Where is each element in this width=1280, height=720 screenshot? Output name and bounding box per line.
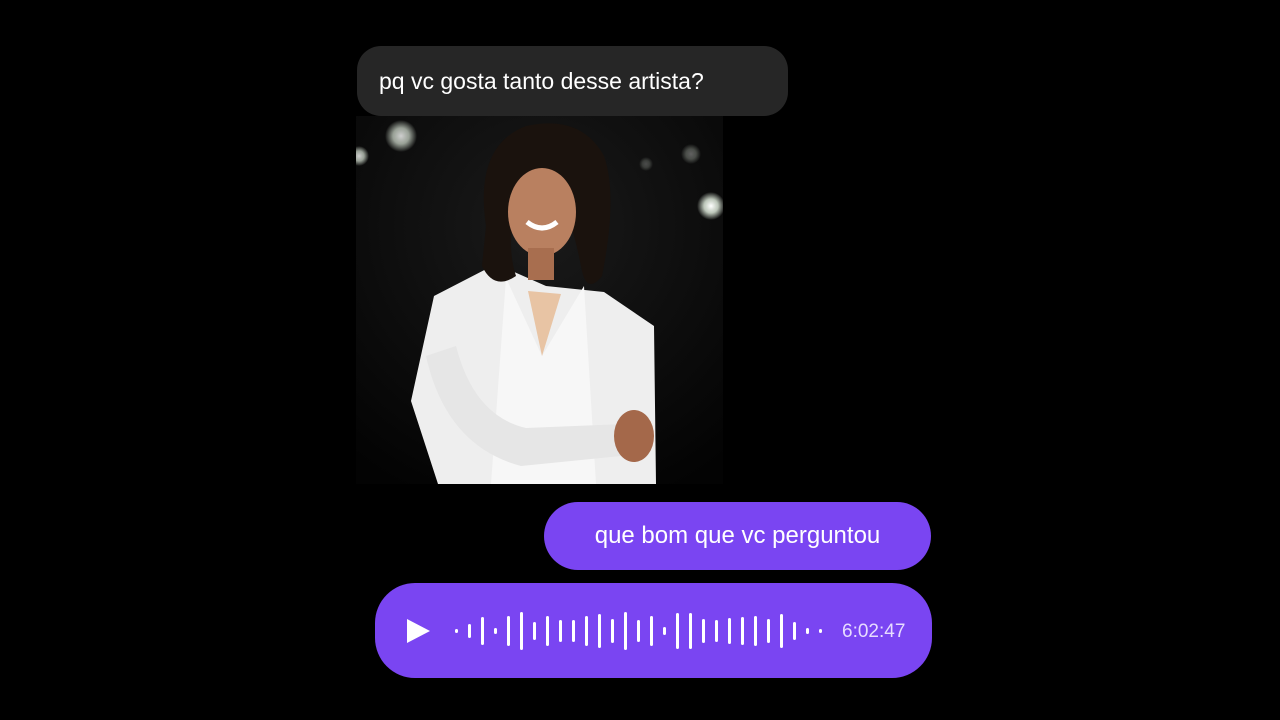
shared-photo[interactable] [356,116,723,484]
waveform-bar [585,615,588,646]
waveform-bar [637,619,640,642]
waveform-bar [806,627,809,634]
waveform-bar [728,617,731,644]
waveform-bar [481,616,484,645]
waveform-bar [494,627,497,634]
waveform-bar [624,611,627,650]
waveform-bar [702,618,705,643]
audio-waveform[interactable] [455,583,835,678]
waveform-bar [455,628,458,633]
waveform-bar [598,613,601,648]
waveform-bar [468,623,471,638]
play-icon [407,619,430,643]
incoming-message-text: pq vc gosta tanto desse artista? [379,67,704,94]
waveform-bar [533,621,536,640]
waveform-bar [663,626,666,635]
outgoing-message-bubble: que bom que vc perguntou [544,502,931,570]
waveform-bar [546,615,549,646]
outgoing-message-text: que bom que vc perguntou [594,522,881,549]
waveform-bar [715,619,718,642]
waveform-bar [793,621,796,640]
voice-message-bubble[interactable]: 6:02:47 [375,583,932,678]
voice-duration: 6:02:47 [842,621,906,642]
waveform-bar [767,618,770,643]
waveform-bar [754,615,757,646]
waveform-bar [650,615,653,646]
waveform-bar [507,615,510,646]
waveform-bar [572,619,575,642]
play-button[interactable] [403,617,433,645]
waveform-bar [689,612,692,649]
waveform-bar [559,619,562,642]
waveform-bar [819,628,822,633]
waveform-bar [611,618,614,643]
waveform-bar [676,612,679,649]
incoming-message-bubble: pq vc gosta tanto desse artista? [357,46,788,116]
waveform-bar [520,611,523,650]
waveform-bar [741,616,744,645]
waveform-bar [780,613,783,648]
performer-photo-illustration [356,116,723,484]
